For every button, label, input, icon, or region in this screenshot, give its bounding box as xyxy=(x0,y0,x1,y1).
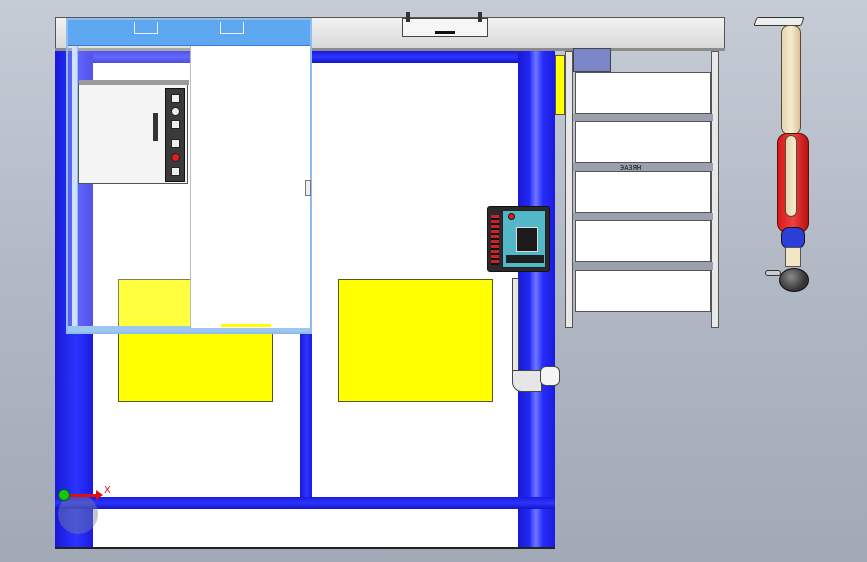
shelf-separator-3 xyxy=(573,213,713,220)
hoist-unit[interactable] xyxy=(402,18,488,37)
mannequin-foot xyxy=(753,17,805,26)
mannequin-leg xyxy=(781,25,801,135)
machine-unit-top-band xyxy=(79,80,189,85)
cabinet-header[interactable] xyxy=(68,20,310,46)
shelf-separator-4 xyxy=(573,262,713,270)
machine-handle[interactable] xyxy=(153,113,158,141)
cabinet-drawing[interactable] xyxy=(66,18,312,334)
cabinet-header-notch-left xyxy=(134,22,158,34)
mannequin-hand-icon xyxy=(765,270,781,276)
shelf-separator-1 xyxy=(573,114,713,121)
rack-post-left[interactable] xyxy=(565,51,573,328)
rack-post-right[interactable] xyxy=(711,51,719,328)
pendant-cable-vertical xyxy=(512,278,519,376)
machine-square-button[interactable] xyxy=(171,94,180,103)
mannequin-collar xyxy=(781,227,805,249)
shelf-5[interactable] xyxy=(575,270,711,312)
shelf-2[interactable] xyxy=(575,121,711,163)
shelf-3[interactable] xyxy=(575,171,711,213)
rack-top-bracket xyxy=(573,48,611,72)
rack-yellow-strip xyxy=(555,55,565,115)
machine-menu-button[interactable] xyxy=(171,139,180,148)
machine-arrow-button[interactable] xyxy=(171,120,180,129)
triad-origin-icon xyxy=(58,489,70,501)
frame-bottom-rail[interactable] xyxy=(55,497,555,509)
frame-right-post-highlight xyxy=(530,51,542,548)
coordinate-triad: X xyxy=(56,480,116,540)
shelf-4[interactable] xyxy=(575,220,711,262)
machine-round-button[interactable] xyxy=(171,107,180,116)
pendant-stop-icon[interactable] xyxy=(508,213,515,220)
pendant-clamp xyxy=(540,366,560,386)
frame-base-line xyxy=(55,547,555,549)
door-latch[interactable] xyxy=(305,180,311,196)
cabinet-header-notch-right xyxy=(220,22,244,34)
pendant-cable-elbow xyxy=(512,370,542,392)
shelf-separator-2 xyxy=(573,163,713,171)
infill-panel-bottom[interactable] xyxy=(93,509,518,548)
pendant-screen xyxy=(516,227,538,252)
pendant-key-row xyxy=(506,255,544,263)
triad-x-label: X xyxy=(104,485,111,496)
machine-lower-button[interactable] xyxy=(171,167,180,176)
machine-stop-icon[interactable] xyxy=(171,153,180,162)
machine-unit[interactable] xyxy=(78,80,189,184)
machine-control-column xyxy=(165,88,185,182)
graphics-viewport[interactable]: ЭА3ЯН X xyxy=(0,0,867,562)
mannequin-figure[interactable] xyxy=(753,15,815,295)
control-pendant[interactable] xyxy=(487,206,550,272)
mannequin-arm xyxy=(785,135,797,217)
door-bottom-strip xyxy=(221,324,271,327)
mannequin-neck xyxy=(785,247,801,267)
cabinet-door[interactable] xyxy=(190,46,311,328)
triad-x-arrow-icon xyxy=(96,490,103,500)
yellow-panel-right[interactable] xyxy=(338,279,493,402)
hoist-slot xyxy=(435,31,455,34)
hoist-hook-left xyxy=(406,12,410,22)
mannequin-head xyxy=(779,268,809,292)
hoist-hook-right xyxy=(478,12,482,22)
shelf-plate-label: ЭА3ЯН xyxy=(620,164,642,172)
shelf-1[interactable] xyxy=(575,72,711,114)
pendant-left-strip xyxy=(491,215,499,265)
